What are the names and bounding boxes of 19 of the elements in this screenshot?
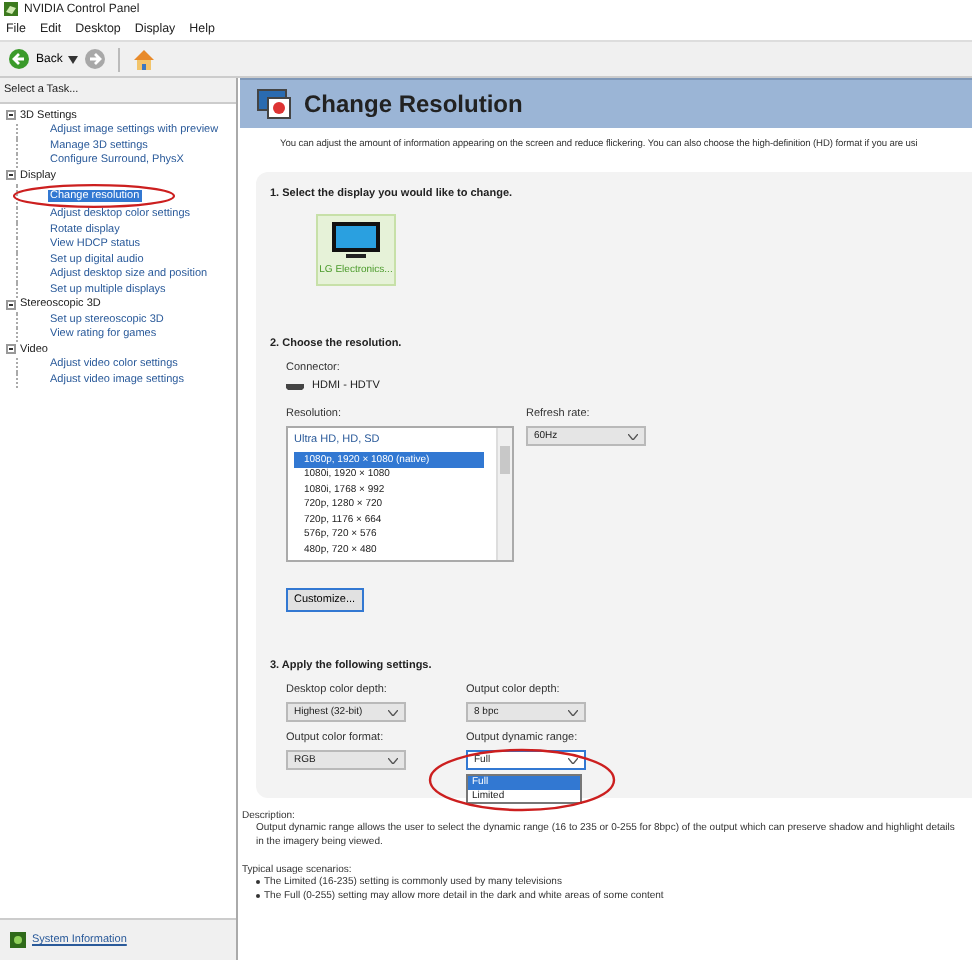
- page-title: Change Resolution: [304, 90, 523, 118]
- expander-icon[interactable]: [6, 299, 16, 310]
- app-icon: [4, 2, 18, 16]
- info-icon: [10, 932, 26, 948]
- chevron-icon: [388, 757, 398, 763]
- chevron-icon: [568, 757, 578, 763]
- expander-icon[interactable]: [6, 344, 16, 355]
- display-settings-icon: [256, 88, 292, 120]
- monitor-icon: [330, 220, 382, 264]
- scrollbar[interactable]: [496, 428, 512, 560]
- hdmi-connector-icon: [286, 383, 304, 389]
- caret-icon[interactable]: [68, 55, 79, 63]
- expander-icon[interactable]: [6, 170, 16, 181]
- chevron-icon: [568, 709, 578, 715]
- back-arrow-icon: [8, 48, 30, 70]
- home-icon[interactable]: [132, 47, 157, 71]
- chevron-icon: [628, 433, 638, 439]
- expander-icon[interactable]: [6, 110, 16, 121]
- chevron-icon: [388, 709, 398, 715]
